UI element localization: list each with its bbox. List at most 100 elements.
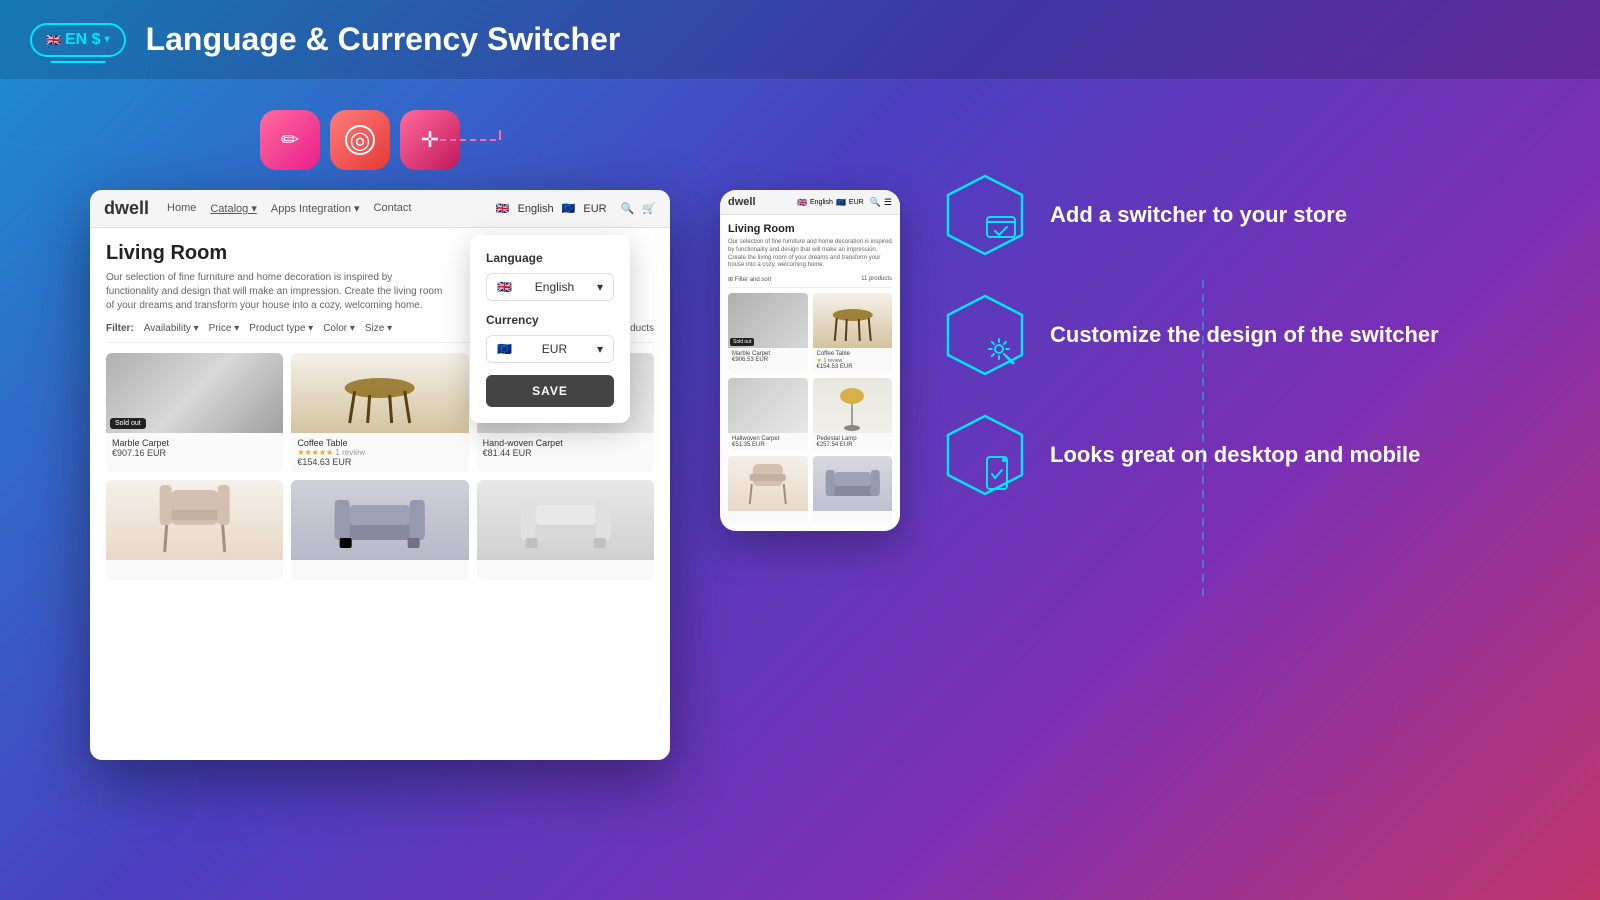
nav-home[interactable]: Home [167,202,196,215]
badge-arrow-icon: ▾ [105,34,110,45]
target-icon: ◎ [345,125,375,155]
flag-en-icon: 🇬🇧 [46,33,61,47]
product-image-table [291,353,468,433]
save-button[interactable]: SAVE [486,375,614,407]
nav-links: Home Catalog ▾ Apps Integration ▾ Contac… [167,202,411,215]
language-dropdown[interactable]: 🇬🇧 English ▾ [486,273,614,301]
mobile-search-icon[interactable]: 🔍 [870,197,881,208]
nav-apps[interactable]: Apps Integration ▾ [271,202,360,215]
feature-title-responsive: Looks great on desktop and mobile [1050,441,1420,470]
product-image-sofa2 [477,480,654,560]
mobile-filter-sort[interactable]: ⊞ Filter and sort [728,276,771,283]
popup-currency-section: Currency 🇪🇺 EUR ▾ [486,313,614,363]
filter-product-type[interactable]: Product type ▾ [249,323,313,334]
nav-currency-label: EUR [583,203,606,215]
product-info [106,560,283,580]
hexagon-add-switcher [940,170,1030,260]
product-image-marble: Sold out [106,353,283,433]
product-name: Hand-woven Carpet [483,438,648,448]
hexagon-shape-3 [942,412,1028,498]
site-logo: dwell [104,198,149,219]
mobile-product-img-marble: Sold out [728,293,808,348]
mobile-section: dwell 🇬🇧 English 🇪🇺 EUR 🔍 ☰ Living Room … [720,190,900,531]
product-name [483,565,648,575]
flag-en-popup-icon: 🇬🇧 [497,280,512,294]
feature-responsive: Looks great on desktop and mobile [940,410,1560,500]
mobile-product-chair[interactable] [728,456,808,523]
mobile-product-info: Pedestal Lamp €257.54 EUR [813,433,893,451]
mobile-product-info [813,511,893,523]
product-name: Coffee Table [297,438,462,448]
feature-text-customize: Customize the design of the switcher [1050,321,1439,350]
mobile-window: dwell 🇬🇧 English 🇪🇺 EUR 🔍 ☰ Living Room … [720,190,900,531]
browser-navbar: dwell Home Catalog ▾ Apps Integration ▾ … [90,190,670,228]
mobile-menu-icon[interactable]: ☰ [884,197,892,208]
product-image-sofa [291,480,468,560]
filter-color[interactable]: Color ▾ [323,323,355,334]
product-image-chair [106,480,283,560]
mobile-body: Living Room Our selection of fine furnit… [720,215,900,531]
nav-catalog[interactable]: Catalog ▾ [210,202,257,215]
browser-window: dwell Home Catalog ▾ Apps Integration ▾ … [90,190,670,760]
nav-search-icon[interactable]: 🔍 [621,202,635,215]
mobile-product-img-sofa2 [813,456,893,511]
mobile-product-info: Coffee Table ★ 1 review €154.53 EUR [813,348,893,373]
eyedropper-icon: ✏ [281,127,299,153]
mobile-navbar: dwell 🇬🇧 English 🇪🇺 EUR 🔍 ☰ [720,190,900,215]
mobile-product-img-chair2 [728,456,808,511]
mobile-product-table[interactable]: Coffee Table ★ 1 review €154.53 EUR [813,293,893,373]
filter-label: Filter: [106,323,134,334]
popup-language-section: Language 🇬🇧 English ▾ [486,251,614,301]
product-price: €154.63 EUR [297,457,462,467]
hexagon-responsive [940,410,1030,500]
dashed-connector-line [440,130,520,150]
mobile-flag-en: 🇬🇧 [797,198,807,207]
filter-size[interactable]: Size ▾ [365,323,392,334]
feature-customize-design: Customize the design of the switcher [940,290,1560,380]
features-section: Add a switcher to your store [940,160,1560,500]
product-info [291,560,468,580]
product-card-coffee-table[interactable]: Coffee Table ★★★★★ 1 review €154.63 EUR [291,353,468,472]
nav-cart-icon[interactable]: 🛒 [642,202,656,215]
product-stars: ★★★★★ 1 review [297,448,462,457]
product-card-marble-carpet[interactable]: Sold out Marble Carpet €907.16 EUR [106,353,283,472]
mobile-currency-label: EUR [849,199,864,206]
currency-dropdown[interactable]: 🇪🇺 EUR ▾ [486,335,614,363]
badge-en-label: EN $ [65,31,101,49]
filter-availability[interactable]: Availability ▾ [144,323,199,334]
product-card-sofa-gray[interactable] [291,480,468,580]
nav-contact[interactable]: Contact [374,202,412,215]
header-bar: 🇬🇧 EN $ ▾ Language & Currency Switcher [0,0,1600,80]
nav-lang-label: English [518,203,554,215]
dropdown-arrow-icon: ▾ [597,280,603,294]
move-icon: ✛ [421,127,439,153]
target-tool-button[interactable]: ◎ [330,110,390,170]
mobile-product-info: Marble Carpet €906.53 EUR [728,348,808,366]
language-currency-badge[interactable]: 🇬🇧 EN $ ▾ [30,23,126,57]
mobile-product-sofa[interactable] [813,456,893,523]
hexagon-shape [942,172,1028,258]
product-card-sofa-white[interactable] [477,480,654,580]
tool-buttons-group: ✏ ◎ ✛ [260,110,460,170]
mobile-product-hallcarpet[interactable]: Hallwoven Carpet €51.35 EUR [728,378,808,451]
mobile-product-info [728,511,808,523]
language-section-label: Language [486,251,614,265]
product-price: €907.16 EUR [112,448,277,458]
product-info: Coffee Table ★★★★★ 1 review €154.63 EUR [291,433,468,472]
mobile-product-lamp[interactable]: Pedestal Lamp €257.54 EUR [813,378,893,451]
hexagon-shape-2 [942,292,1028,378]
currency-section-label: Currency [486,313,614,327]
mobile-lang-label: English [810,199,833,206]
mobile-product-img-carpet2 [728,378,808,433]
filter-price[interactable]: Price ▾ [209,323,240,334]
lang-currency-popup: Language 🇬🇧 English ▾ Currency 🇪🇺 EUR ▾ [470,235,630,423]
mobile-product-marble[interactable]: Sold out Marble Carpet €906.53 EUR [728,293,808,373]
product-card-chair[interactable] [106,480,283,580]
product-name: Marble Carpet [112,438,277,448]
mobile-product-img-lamp [813,378,893,433]
feature-text-responsive: Looks great on desktop and mobile [1050,441,1420,470]
mobile-products-count: 11 products [861,276,892,283]
product-info: Hand-woven Carpet €81.44 EUR [477,433,654,463]
eyedropper-tool-button[interactable]: ✏ [260,110,320,170]
mobile-logo: dwell [728,196,756,208]
